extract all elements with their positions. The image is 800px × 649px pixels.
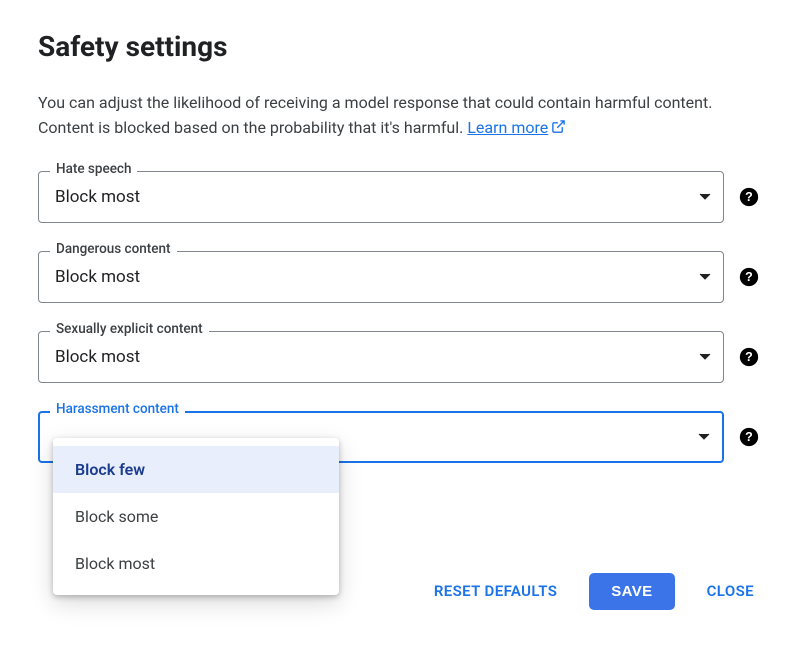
select-wrap: Hate speech Block most <box>38 171 724 223</box>
description: You can adjust the likelihood of receivi… <box>38 91 762 141</box>
save-button[interactable]: SAVE <box>589 573 674 610</box>
dropdown-option-block-few[interactable]: Block few <box>53 446 339 493</box>
select-value: Block most <box>55 187 140 207</box>
svg-text:?: ? <box>745 270 753 284</box>
description-text: You can adjust the likelihood of receivi… <box>38 93 712 137</box>
help-icon[interactable]: ? <box>739 267 759 287</box>
svg-text:?: ? <box>745 430 753 444</box>
chevron-down-icon <box>698 433 710 441</box>
select-value: Block most <box>55 267 140 287</box>
dropdown-option-block-most[interactable]: Block most <box>53 540 339 587</box>
learn-more-link[interactable]: Learn more <box>467 118 566 137</box>
page-title: Safety settings <box>38 30 762 63</box>
reset-defaults-button[interactable]: RESET DEFAULTS <box>430 574 561 608</box>
dropdown-option-block-some[interactable]: Block some <box>53 493 339 540</box>
close-button[interactable]: CLOSE <box>703 574 758 608</box>
chevron-down-icon <box>699 273 711 281</box>
field-label: Sexually explicit content <box>50 321 209 337</box>
setting-row: Sexually explicit content Block most ? <box>38 331 762 383</box>
select-value: Block most <box>55 347 140 367</box>
setting-row: Hate speech Block most ? <box>38 171 762 223</box>
setting-row: Dangerous content Block most ? <box>38 251 762 303</box>
chevron-down-icon <box>699 193 711 201</box>
external-link-icon <box>551 119 566 134</box>
help-icon[interactable]: ? <box>739 347 759 367</box>
select-wrap: Dangerous content Block most <box>38 251 724 303</box>
select-wrap: Sexually explicit content Block most <box>38 331 724 383</box>
chevron-down-icon <box>699 353 711 361</box>
field-label: Dangerous content <box>50 241 177 257</box>
select-hate-speech[interactable]: Block most <box>38 171 724 223</box>
help-icon[interactable]: ? <box>739 427 759 447</box>
select-dangerous-content[interactable]: Block most <box>38 251 724 303</box>
select-wrap: Harassment content Block few Block some … <box>38 411 724 463</box>
svg-text:?: ? <box>745 190 753 204</box>
help-icon[interactable]: ? <box>739 187 759 207</box>
svg-text:?: ? <box>745 350 753 364</box>
select-sexually-explicit[interactable]: Block most <box>38 331 724 383</box>
dropdown-menu: Block few Block some Block most <box>53 438 339 595</box>
field-label: Hate speech <box>50 161 137 177</box>
settings-list: Hate speech Block most ? Dangerous conte… <box>38 171 762 463</box>
field-label: Harassment content <box>50 401 185 417</box>
setting-row: Harassment content Block few Block some … <box>38 411 762 463</box>
